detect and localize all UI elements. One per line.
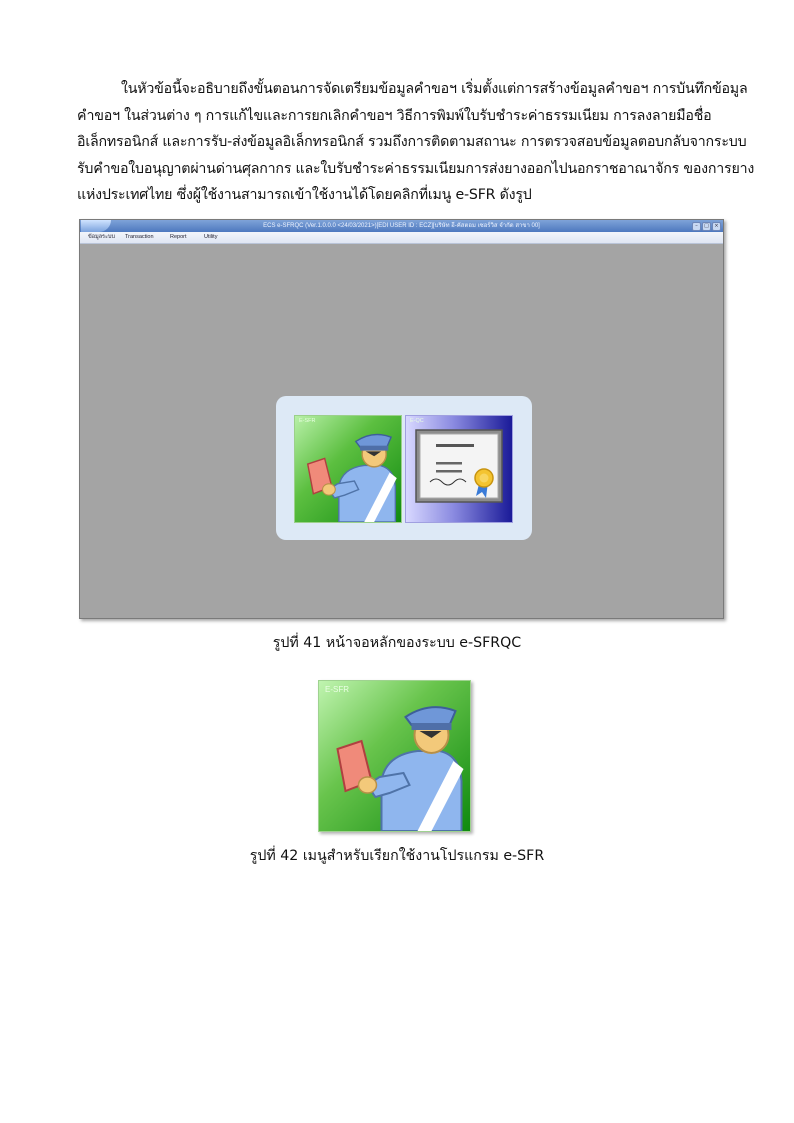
e-sfr-tile[interactable]: E-SFR: [294, 415, 402, 523]
menu-item-report[interactable]: Report: [170, 232, 187, 243]
maximize-button[interactable]: □: [702, 222, 711, 231]
app-screenshot: ECS e-SFRQC (Ver.1.0.0.0 <24/03/2021>)[E…: [79, 219, 724, 619]
menu-item-utility[interactable]: Utility: [204, 232, 217, 243]
menu-item-system-data[interactable]: ข้อมูลระบบ: [88, 232, 115, 243]
window-title: ECS e-SFRQC (Ver.1.0.0.0 <24/03/2021>)[E…: [263, 223, 540, 229]
window-controls: – □ ×: [692, 222, 721, 231]
certificate-icon: [415, 429, 503, 503]
intro-paragraph: ในหัวข้อนี้จะอธิบายถึงขั้นตอนการจัดเตรีย…: [77, 76, 755, 209]
menu-item-transaction[interactable]: Transaction: [125, 232, 154, 243]
launcher-panel: E-SFR E-QC: [276, 396, 532, 540]
paragraph-line: อิเล็กทรอนิกส์ และการรับ-ส่งข้อมูลอิเล็ก…: [77, 134, 747, 150]
menu-bar: ข้อมูลระบบ Transaction Report Utility: [80, 232, 723, 244]
workspace: E-SFR E-QC: [80, 244, 723, 618]
window-titlebar: ECS e-SFRQC (Ver.1.0.0.0 <24/03/2021>)[E…: [80, 220, 723, 232]
paragraph-line: ในหัวข้อนี้จะอธิบายถึงขั้นตอนการจัดเตรีย…: [121, 81, 748, 97]
paragraph-line: คำขอฯ ในส่วนต่าง ๆ การแก้ไขและการยกเลิกค…: [77, 107, 712, 124]
officer-reading-icon: [336, 706, 464, 831]
e-qc-tile[interactable]: E-QC: [405, 415, 513, 523]
e-sfr-menu-tile[interactable]: E-SFR: [318, 680, 471, 832]
tile-label: E-SFR: [299, 418, 316, 424]
paragraph-line: แห่งประเทศไทย ซึ่งผู้ใช้งานสามารถเข้าใช้…: [77, 187, 532, 203]
tile-label: E-SFR: [325, 685, 349, 694]
figure-41-caption: รูปที่ 41 หน้าจอหลักของระบบ e-SFRQC: [272, 635, 522, 651]
paragraph-line: รับคำขอใบอนุญาตผ่านด่านศุลกากร และใบรับช…: [77, 160, 755, 177]
minimize-button[interactable]: –: [692, 222, 701, 231]
close-button[interactable]: ×: [712, 222, 721, 231]
tile-label: E-QC: [410, 418, 424, 424]
officer-reading-icon: [306, 433, 397, 522]
figure-42-caption: รูปที่ 42 เมนูสำหรับเรียกใช้งานโปรแกรม e…: [249, 848, 545, 864]
